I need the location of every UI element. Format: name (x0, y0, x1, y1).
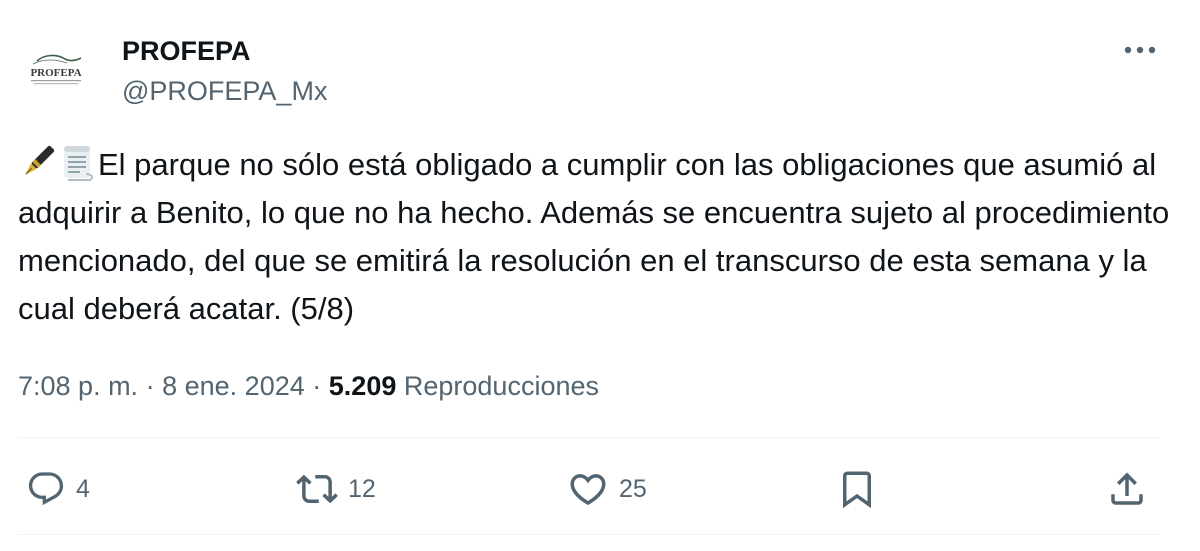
more-options-button[interactable] (1120, 38, 1160, 62)
heart-icon (570, 474, 606, 506)
repost-count: 12 (348, 474, 376, 503)
meta-separator: · (312, 371, 322, 401)
repost-button[interactable]: 12 (296, 467, 376, 511)
tweet-time[interactable]: 7:08 p. m. (18, 371, 138, 401)
share-icon (1111, 472, 1143, 505)
tweet-meta: 7:08 p. m. · 8 ene. 2024 · 5.209 Reprodu… (18, 366, 599, 406)
tweet-body: El parque no sólo está obligado a cumpli… (18, 147, 1170, 326)
avatar[interactable]: PROFEPA (20, 36, 92, 108)
reply-count: 4 (76, 474, 90, 503)
like-button[interactable]: 25 (567, 467, 647, 511)
avatar-label: PROFEPA (30, 67, 81, 79)
scroll-emoji-icon (64, 146, 94, 181)
tweet-date[interactable]: 8 ene. 2024 (162, 371, 305, 401)
views-count: 5.209 (328, 371, 397, 401)
bookmark-icon (843, 471, 871, 509)
more-dots-icon (1124, 46, 1156, 54)
like-count: 25 (619, 474, 647, 503)
divider (18, 534, 1159, 535)
meta-separator: · (145, 371, 155, 401)
views-label: Reproducciones (403, 371, 599, 401)
tweet-card: PROFEPA PROFEPA @PROFEPA_Mx El parque no… (0, 0, 1200, 551)
bookmark-button[interactable] (836, 467, 878, 511)
display-name[interactable]: PROFEPA (122, 34, 327, 68)
reply-button[interactable]: 4 (26, 467, 90, 511)
repost-icon (296, 474, 338, 504)
divider (18, 437, 1159, 438)
user-handle[interactable]: @PROFEPA_Mx (122, 74, 327, 108)
reply-icon (28, 472, 64, 506)
share-button[interactable] (1106, 467, 1148, 511)
profepa-logo-icon: PROFEPA (30, 54, 82, 85)
pen-emoji-icon (25, 145, 55, 175)
tweet-text: El parque no sólo está obligado a cumpli… (18, 141, 1178, 333)
author-info: PROFEPA @PROFEPA_Mx (122, 34, 327, 108)
